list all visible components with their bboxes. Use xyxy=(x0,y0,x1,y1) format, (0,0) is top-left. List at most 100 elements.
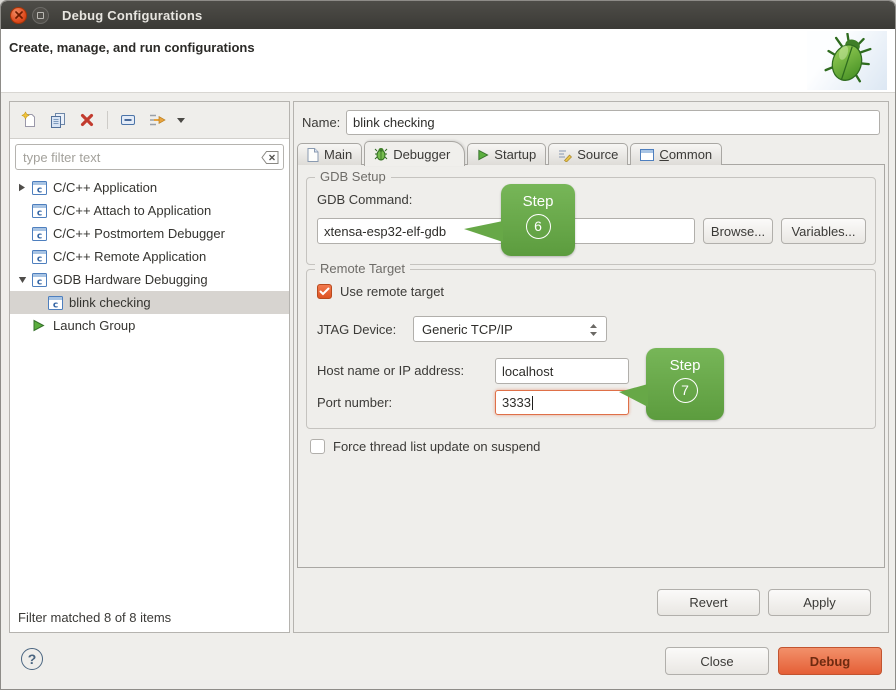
debug-button[interactable]: Debug xyxy=(778,647,882,675)
host-label: Host name or IP address: xyxy=(317,363,464,378)
duplicate-configuration-button[interactable] xyxy=(46,108,70,132)
button-label: Apply xyxy=(803,595,836,610)
new-configuration-button[interactable] xyxy=(17,108,41,132)
maximize-window-button[interactable] xyxy=(32,7,49,24)
step-6-callout: Step 6 xyxy=(501,184,575,256)
gdb-command-label: GDB Command: xyxy=(317,192,412,207)
tab-common[interactable]: Common xyxy=(630,143,722,165)
page-title: Create, manage, and run configurations xyxy=(9,40,255,55)
name-input[interactable] xyxy=(346,110,880,135)
help-button[interactable]: ? xyxy=(21,648,43,670)
configurations-panel: c C/C++ Application c C/C++ Attach to Ap… xyxy=(9,101,290,633)
tree-item-launch-group[interactable]: Launch Group xyxy=(10,314,289,337)
tab-label: Source xyxy=(577,147,618,162)
tree-item-gdb-hardware-debugging[interactable]: c GDB Hardware Debugging xyxy=(10,268,289,291)
expand-arrow-icon[interactable] xyxy=(18,183,32,192)
delete-configuration-button[interactable] xyxy=(75,108,99,132)
window-title: Debug Configurations xyxy=(62,8,203,23)
document-icon xyxy=(307,148,319,162)
tree-item-label: Launch Group xyxy=(53,318,135,333)
button-label: Close xyxy=(700,654,733,669)
close-window-button[interactable] xyxy=(10,7,27,24)
collapse-all-button[interactable] xyxy=(116,108,140,132)
tab-label: Debugger xyxy=(393,147,450,162)
tree-item-label: C/C++ Attach to Application xyxy=(53,203,211,218)
variables-button[interactable]: Variables... xyxy=(781,218,866,244)
group-title: Remote Target xyxy=(315,261,410,276)
duplicate-icon xyxy=(49,111,67,129)
jtag-device-label: JTAG Device: xyxy=(317,322,396,337)
dialog-header: Create, manage, and run configurations xyxy=(1,29,895,93)
tree-item-label: GDB Hardware Debugging xyxy=(53,272,208,287)
use-remote-target-checkbox-row: Use remote target xyxy=(317,284,444,299)
apply-button[interactable]: Apply xyxy=(768,589,871,616)
button-label: Debug xyxy=(810,654,850,669)
tab-label: Main xyxy=(324,147,352,162)
tree-item-cpp-postmortem[interactable]: c C/C++ Postmortem Debugger xyxy=(10,222,289,245)
question-mark-icon: ? xyxy=(28,651,37,667)
c-application-icon: c xyxy=(32,227,49,241)
browse-button[interactable]: Browse... xyxy=(703,218,773,244)
step-7-callout: Step 7 xyxy=(646,348,724,420)
source-icon xyxy=(558,148,572,162)
jtag-device-value: Generic TCP/IP xyxy=(422,322,513,337)
name-label: Name: xyxy=(302,115,340,130)
debugger-tab-content: GDB Setup GDB Command: Browse... Variabl… xyxy=(297,164,885,568)
svg-text:c: c xyxy=(37,231,42,241)
remote-target-group: Remote Target Use remote target JTAG Dev… xyxy=(306,269,876,429)
button-label: Variables... xyxy=(791,224,855,239)
text-caret xyxy=(532,396,533,410)
tree-item-label: blink checking xyxy=(69,295,151,310)
toolbar-separator xyxy=(107,111,108,129)
c-application-icon: c xyxy=(32,181,49,195)
collapse-all-icon xyxy=(119,112,137,128)
callout-number: 6 xyxy=(526,214,551,239)
configurations-toolbar xyxy=(10,102,289,139)
tree-item-label: C/C++ Postmortem Debugger xyxy=(53,226,225,241)
clear-filter-icon[interactable] xyxy=(261,151,279,169)
port-number-field[interactable]: 3333 xyxy=(495,390,629,415)
collapse-arrow-icon[interactable] xyxy=(18,276,32,284)
tab-main[interactable]: Main xyxy=(297,143,362,165)
check-icon xyxy=(319,287,330,296)
tab-startup[interactable]: Startup xyxy=(467,143,546,165)
callout-number: 7 xyxy=(673,378,698,403)
tab-source[interactable]: Source xyxy=(548,143,628,165)
tree-item-label: C/C++ Remote Application xyxy=(53,249,206,264)
c-application-icon: c xyxy=(32,204,49,218)
filter-box xyxy=(15,144,284,170)
tab-label: Common xyxy=(659,147,712,162)
port-label: Port number: xyxy=(317,395,392,410)
close-icon xyxy=(15,11,23,19)
callout-tail xyxy=(619,384,648,407)
group-title: GDB Setup xyxy=(315,169,391,184)
button-label: Browse... xyxy=(711,224,765,239)
revert-button[interactable]: Revert xyxy=(657,589,760,616)
window-icon xyxy=(640,149,654,161)
callout-text: Step xyxy=(501,193,575,210)
tree-item-blink-checking[interactable]: c blink checking xyxy=(10,291,289,314)
tree-item-cpp-attach[interactable]: c C/C++ Attach to Application xyxy=(10,199,289,222)
callout-tail xyxy=(464,221,503,242)
toolbar-menu-dropdown[interactable] xyxy=(174,108,188,132)
close-button[interactable]: Close xyxy=(665,647,769,675)
force-thread-checkbox[interactable] xyxy=(310,439,325,454)
bug-logo xyxy=(807,31,887,90)
force-thread-checkbox-row: Force thread list update on suspend xyxy=(310,439,540,454)
svg-text:c: c xyxy=(37,277,42,287)
filter-configurations-button[interactable] xyxy=(145,108,169,132)
tree-item-cpp-remote[interactable]: c C/C++ Remote Application xyxy=(10,245,289,268)
use-remote-target-checkbox[interactable] xyxy=(317,284,332,299)
jtag-device-combo[interactable]: Generic TCP/IP xyxy=(413,316,607,342)
callout-text: Step xyxy=(646,357,724,374)
tree-item-cpp-application[interactable]: c C/C++ Application xyxy=(10,176,289,199)
svg-text:c: c xyxy=(37,254,42,264)
tab-debugger[interactable]: Debugger xyxy=(364,141,465,166)
svg-text:c: c xyxy=(53,300,58,310)
filter-input[interactable] xyxy=(15,144,284,170)
bug-icon xyxy=(374,147,388,161)
c-application-icon: c xyxy=(32,250,49,264)
host-field[interactable] xyxy=(495,358,629,384)
c-application-icon: c xyxy=(32,273,49,287)
chevron-down-icon xyxy=(176,116,186,124)
